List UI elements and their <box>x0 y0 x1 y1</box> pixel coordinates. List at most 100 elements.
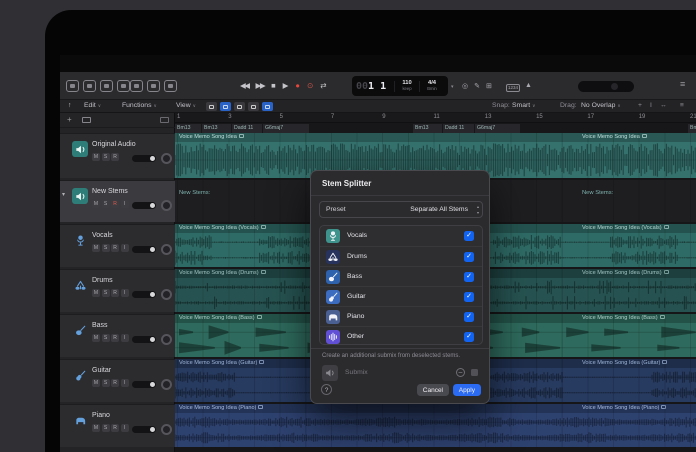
stem-row-bass[interactable]: Bass ✓ <box>320 266 482 286</box>
stem-checkbox[interactable]: ✓ <box>464 272 474 282</box>
stop-button[interactable]: ■ <box>271 78 276 93</box>
help-button[interactable]: ? <box>321 384 332 395</box>
inspector-button[interactable] <box>83 80 96 92</box>
audio-region[interactable]: Voice Memo Song Idea (Piano) Voice Memo S… <box>175 404 696 447</box>
list-editors-button[interactable]: ≡ <box>680 79 685 89</box>
apply-button[interactable]: Apply <box>452 384 481 396</box>
pencil-button[interactable]: ✎ <box>474 82 480 90</box>
input-monitor-button[interactable]: I <box>120 379 129 387</box>
record-enable-button[interactable]: R <box>111 244 119 252</box>
solo-button[interactable]: S <box>101 200 110 208</box>
pan-knob[interactable] <box>161 334 172 345</box>
chord-cell[interactable]: Bm13 <box>202 123 231 133</box>
chord-cell[interactable]: Bm13 <box>175 123 201 133</box>
solo-button[interactable]: S <box>101 244 110 252</box>
play-button[interactable]: ▶ <box>283 78 289 93</box>
collaborate-button[interactable] <box>262 102 273 111</box>
stem-checkbox[interactable]: ✓ <box>464 312 474 322</box>
mute-button[interactable]: M <box>92 379 100 387</box>
minus-circle-icon[interactable]: – <box>456 368 465 377</box>
solo-button[interactable]: S <box>101 334 110 342</box>
metronome-button[interactable]: ▲ <box>525 82 532 89</box>
grid-button[interactable] <box>206 102 217 111</box>
header-options-icon[interactable] <box>160 117 169 123</box>
volume-slider[interactable] <box>132 246 156 253</box>
stem-row-vocals[interactable]: Vocals ✓ <box>320 226 482 246</box>
solo-button[interactable]: S <box>101 379 110 387</box>
functions-menu[interactable]: Functions ∨ <box>122 102 157 109</box>
input-monitor-button[interactable]: I <box>120 289 129 297</box>
automation-button[interactable] <box>234 102 245 111</box>
master-volume-slider[interactable] <box>578 81 634 92</box>
library-button[interactable] <box>66 80 79 92</box>
stem-checkbox[interactable]: ✓ <box>464 332 474 342</box>
tuner-button[interactable]: ◎ <box>462 82 468 90</box>
track-header-new-stems[interactable]: ▾ New Stems M S R I <box>60 180 175 222</box>
editors-button[interactable] <box>164 80 177 92</box>
volume-slider[interactable] <box>132 381 156 388</box>
preset-dropdown[interactable]: Preset Separate All Stems ▴ ▾ <box>319 201 483 218</box>
stem-checkbox[interactable]: ✓ <box>464 292 474 302</box>
bar-ruler[interactable]: 1 3 5 7 9 11 13 15 17 19 21 <box>175 113 696 123</box>
quick-help-button[interactable] <box>100 80 113 92</box>
toolbar-button[interactable] <box>117 80 130 92</box>
volume-slider[interactable] <box>132 155 156 162</box>
input-monitor-button[interactable]: I <box>120 334 129 342</box>
capture-record-button[interactable]: ⊙ <box>307 78 313 93</box>
drag-up-icon[interactable]: ↑ <box>68 102 71 109</box>
text-tool-icon[interactable]: I <box>650 102 652 109</box>
forward-button[interactable]: ▶▶ <box>256 78 266 93</box>
stem-checkbox[interactable]: ✓ <box>464 231 474 241</box>
pan-knob[interactable] <box>161 289 172 300</box>
track-header-original-audio[interactable]: Original Audio M S R <box>60 133 175 178</box>
chord-cell[interactable]: Bm13 <box>413 123 442 133</box>
stem-checkbox[interactable]: ✓ <box>464 252 474 262</box>
input-monitor-button[interactable]: I <box>120 244 129 252</box>
input-monitor-button[interactable]: I <box>120 424 129 432</box>
volume-slider[interactable] <box>132 426 156 433</box>
solo-button[interactable]: S <box>101 424 110 432</box>
chord-cell[interactable]: Dadd 11 <box>443 123 474 133</box>
track-header-guitar[interactable]: Guitar M S R I <box>60 359 175 402</box>
track-header-drums[interactable]: Drums M S R I <box>60 269 175 312</box>
disclosure-triangle-icon[interactable]: ▾ <box>62 191 65 198</box>
display-mode-button[interactable]: ⊞ <box>486 82 492 90</box>
record-enable-button[interactable]: R <box>111 200 119 208</box>
catch-playhead-icon[interactable]: ≡ <box>680 102 684 109</box>
stem-row-drums[interactable]: Drums ✓ <box>320 246 482 266</box>
cancel-button[interactable]: Cancel <box>416 384 449 396</box>
add-track-button[interactable]: + <box>67 115 72 124</box>
chord-cell[interactable]: G6maj7 <box>475 123 520 133</box>
track-header-vocals[interactable]: Vocals M S R I <box>60 224 175 267</box>
chord-cell[interactable]: G6maj7 <box>263 123 309 133</box>
volume-slider[interactable] <box>132 291 156 298</box>
view-menu[interactable]: View ∨ <box>176 102 196 109</box>
smart-controls-button[interactable] <box>130 80 143 92</box>
chord-cell[interactable]: Bm13 <box>688 123 696 133</box>
pan-knob[interactable] <box>161 200 172 211</box>
tempo-display[interactable]: 110 keep <box>394 80 419 92</box>
chord-cell[interactable]: Dadd 11 <box>232 123 262 133</box>
pan-knob[interactable] <box>161 153 172 164</box>
record-enable-button[interactable]: R <box>111 379 119 387</box>
solo-button[interactable]: S <box>101 153 110 161</box>
stem-row-other[interactable]: Other ✓ <box>320 326 482 346</box>
mute-button[interactable]: M <box>92 244 100 252</box>
record-enable-button[interactable]: R <box>111 424 119 432</box>
solo-button[interactable]: S <box>101 289 110 297</box>
regions-view-button[interactable] <box>220 102 231 111</box>
lcd-display[interactable]: 001 1 110 keep 4/4 Bmin <box>352 76 448 96</box>
mute-button[interactable]: M <box>92 424 100 432</box>
volume-slider[interactable] <box>132 202 156 209</box>
pan-knob[interactable] <box>161 379 172 390</box>
count-in-button[interactable]: 1234 <box>506 84 521 92</box>
record-enable-button[interactable]: R <box>111 289 119 297</box>
stem-row-piano[interactable]: Piano ✓ <box>320 306 482 326</box>
loop-button[interactable] <box>248 102 259 111</box>
track-header-piano[interactable]: Piano M S R I <box>60 404 175 447</box>
snap-select[interactable]: Smart ∨ <box>512 102 535 109</box>
crosshair-icon[interactable]: + <box>638 102 642 109</box>
mute-button[interactable]: M <box>92 200 100 208</box>
region-header[interactable]: Voice Memo Song Idea Voice Memo Song Idea <box>175 133 696 142</box>
track-header-bass[interactable]: Bass M S R I <box>60 314 175 357</box>
